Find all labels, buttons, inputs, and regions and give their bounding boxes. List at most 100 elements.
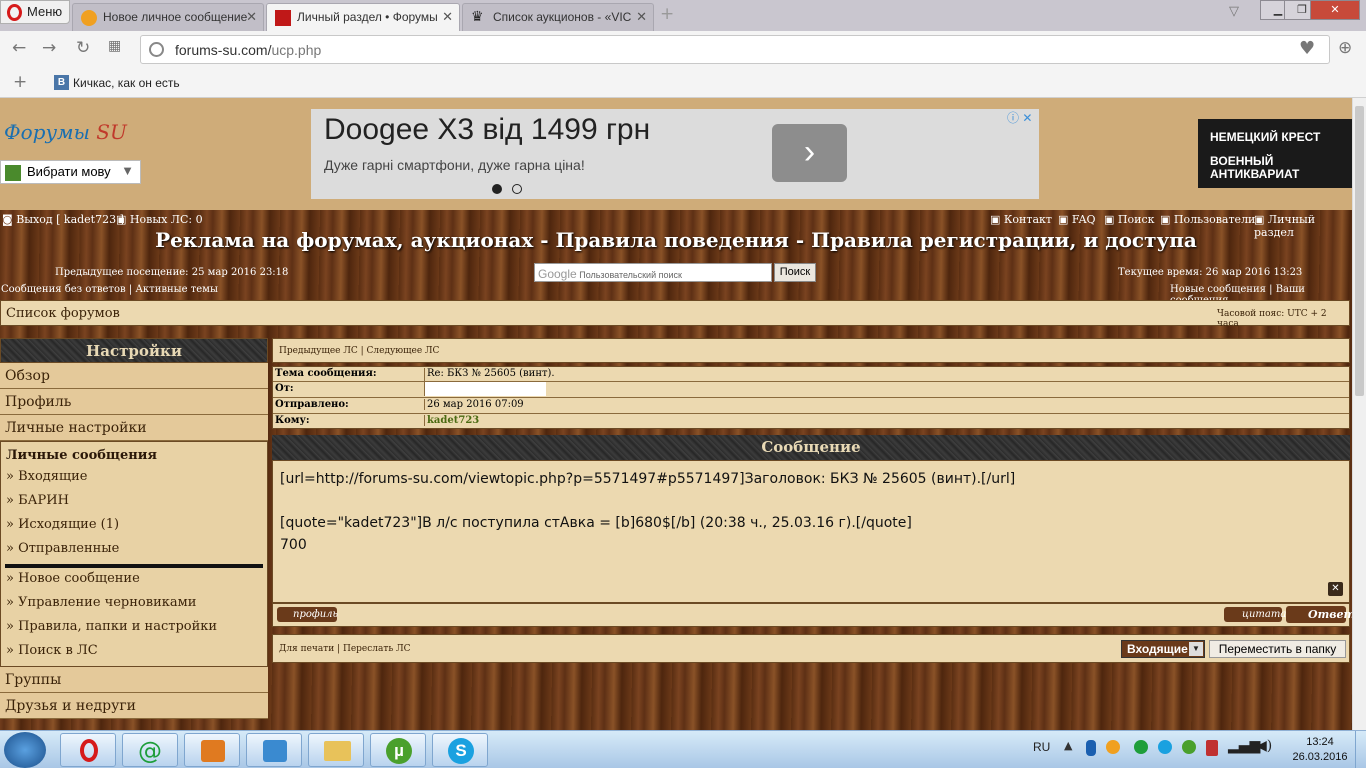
pm-search-link[interactable]: » Поиск в ЛС (1, 640, 267, 664)
new-posts-link[interactable]: Новые сообщения (1170, 284, 1266, 295)
tab-new-pm[interactable]: Новое личное сообщение ✕ (72, 3, 264, 31)
language-indicator[interactable]: RU (1033, 740, 1050, 754)
sidebar-nav: Обзор Профиль Личные настройки (0, 363, 268, 441)
faq-link[interactable]: ▣ FAQ (1058, 213, 1096, 226)
members-link[interactable]: ▣ Пользователи (1160, 213, 1255, 226)
office-icon (201, 740, 225, 762)
utorrent-tray-icon[interactable] (1182, 740, 1196, 754)
translate-label: Вибрати мову (27, 164, 111, 179)
tab-ucp[interactable]: Личный раздел • Форумы ✕ (266, 3, 460, 31)
taskbar-media[interactable] (246, 733, 302, 767)
contact-icon: ▣ (990, 213, 1001, 226)
start-button[interactable] (4, 732, 46, 768)
google-logo: Google (538, 267, 577, 281)
back-icon[interactable]: ← (12, 38, 26, 58)
taskbar-utorrent[interactable]: µ (370, 733, 426, 767)
search-button[interactable]: Поиск (774, 263, 816, 282)
footer-links: Для печати | Переслать ЛС (279, 644, 411, 654)
forum-favicon-icon (81, 10, 97, 26)
taskbar-explorer[interactable] (308, 733, 364, 767)
device-tray-icon[interactable] (1206, 740, 1218, 756)
sidebar-item-friends[interactable]: Друзья и недруги (0, 693, 268, 719)
reply-button[interactable]: Ответ (1286, 606, 1352, 623)
heart-icon[interactable]: ♥ (1299, 38, 1315, 59)
taskbar-office[interactable] (184, 733, 240, 767)
sidebar-item-pm[interactable]: Личные сообщения (1, 442, 267, 466)
folder-barin-link[interactable]: » БАРИН (1, 490, 267, 514)
site-title[interactable]: Реклама на форумах, аукционах - Правила … (0, 228, 1352, 252)
close-window-button[interactable]: ✕ (1310, 0, 1360, 20)
taskbar-opera[interactable] (60, 733, 116, 767)
quote-button[interactable]: цитата (1224, 607, 1286, 622)
volume-icon[interactable]: ◀) (1256, 738, 1272, 754)
delete-message-icon[interactable]: ✕ (1328, 582, 1343, 596)
logout-link[interactable]: ◙ Выход [ kadet723 ] (2, 213, 124, 226)
scrollbar-thumb[interactable] (1355, 106, 1364, 396)
site-logo[interactable]: Форумы SU (4, 120, 127, 144)
bookmark-item[interactable]: Кичкас, как он есть (73, 76, 180, 90)
menu-label: Меню (27, 4, 63, 19)
move-to-folder-button[interactable]: Переместить в папку (1209, 640, 1346, 658)
drafts-link[interactable]: » Управление черновиками (1, 592, 267, 616)
show-desktop-button[interactable] (1355, 731, 1366, 768)
folder-sent-link[interactable]: » Отправленные (1, 538, 267, 562)
unanswered-link[interactable]: Сообщения без ответов (1, 284, 126, 295)
carousel-dot[interactable] (512, 184, 522, 194)
folder-select[interactable]: Входящие ▼ (1121, 640, 1205, 658)
opera-menu-button[interactable]: Меню (0, 0, 70, 24)
recipient-link[interactable]: kadet723 (424, 415, 479, 426)
tray-app-icon[interactable] (1106, 740, 1120, 754)
side-ad-banner[interactable]: НЕМЕЦКИЙ КРЕСТ ВОЕННЫЙ АНТИКВАРИАТ (1198, 119, 1352, 188)
pm-options-link[interactable]: » Правила, папки и настройки (1, 616, 267, 640)
profile-button[interactable]: профиль (277, 607, 338, 622)
close-tab-icon[interactable]: ✕ (246, 9, 257, 25)
clock-date: 26.03.2016 (1292, 751, 1348, 763)
compose-link[interactable]: » Новое сообщение (1, 568, 267, 592)
new-pm-link[interactable]: ▣ Новых ЛС: 0 (116, 213, 203, 226)
tray-expand-icon[interactable]: ▲ (1064, 739, 1072, 752)
tab-list-icon[interactable]: ▽ (1229, 4, 1239, 19)
download-icon[interactable]: ⊕ (1338, 38, 1352, 58)
prev-pm-link[interactable]: Предыдущее ЛС (279, 346, 358, 356)
sync-tray-icon[interactable] (1158, 740, 1172, 754)
print-link[interactable]: Для печати (279, 644, 334, 654)
reply-label: Ответ (1308, 608, 1352, 621)
url-field[interactable]: forums-su.com/ucp.php ♥ (140, 35, 1330, 64)
agent-tray-icon[interactable] (1134, 740, 1148, 754)
google-search-input[interactable]: Google Пользовательский поиск (534, 263, 772, 282)
page-scrollbar[interactable] (1352, 98, 1366, 730)
ad-arrow-button[interactable]: › (772, 124, 847, 182)
close-tab-icon[interactable]: ✕ (636, 9, 647, 25)
search-link[interactable]: ▣ Поиск (1104, 213, 1155, 226)
clock[interactable]: 13:24 26.03.2016 (1290, 735, 1350, 765)
new-tab-icon[interactable]: + (660, 4, 674, 24)
forward-link[interactable]: Переслать ЛС (343, 644, 411, 654)
speed-dial-icon[interactable]: ▦ (108, 38, 121, 54)
carousel-dot[interactable] (492, 184, 502, 194)
bluetooth-icon[interactable] (1086, 740, 1096, 756)
sidebar-heading: Настройки (0, 338, 268, 363)
active-topics-link[interactable]: Активные темы (135, 284, 218, 295)
breadcrumb-forums-link[interactable]: Список форумов (6, 306, 120, 321)
taskbar-skype[interactable]: S (432, 733, 488, 767)
add-bookmark-icon[interactable]: + (13, 72, 27, 92)
message-line: 700 (280, 537, 307, 553)
next-pm-link[interactable]: Следующее ЛС (367, 346, 440, 356)
adchoices-icon[interactable]: ⓘ ✕ (1007, 109, 1032, 126)
sidebar-item-profile[interactable]: Профиль (0, 389, 268, 415)
tab-auctions[interactable]: ♛ Список аукционов - «VIC ✕ (462, 3, 654, 31)
close-tab-icon[interactable]: ✕ (442, 9, 453, 25)
folder-outbox-link[interactable]: » Исходящие (1) (1, 514, 267, 538)
language-select[interactable]: Вибрати мову ▼ (0, 160, 141, 184)
sidebar-item-preferences[interactable]: Личные настройки (0, 415, 268, 441)
reload-icon[interactable]: ↻ (76, 38, 90, 58)
sidebar-item-groups[interactable]: Группы (0, 667, 268, 693)
forward-icon[interactable]: → (42, 38, 56, 58)
sidebar-item-overview[interactable]: Обзор (0, 363, 268, 389)
sender-value[interactable] (424, 382, 546, 396)
field-label: Тема сообщения: (275, 368, 377, 379)
taskbar-mailru-agent[interactable]: @ (122, 733, 178, 767)
contact-link[interactable]: ▣ Контакт (990, 213, 1052, 226)
folder-inbox-link[interactable]: » Входящие (1, 466, 267, 490)
ad-banner[interactable]: Doogee X3 від 1499 грн Дуже гарні смартф… (311, 109, 1039, 199)
